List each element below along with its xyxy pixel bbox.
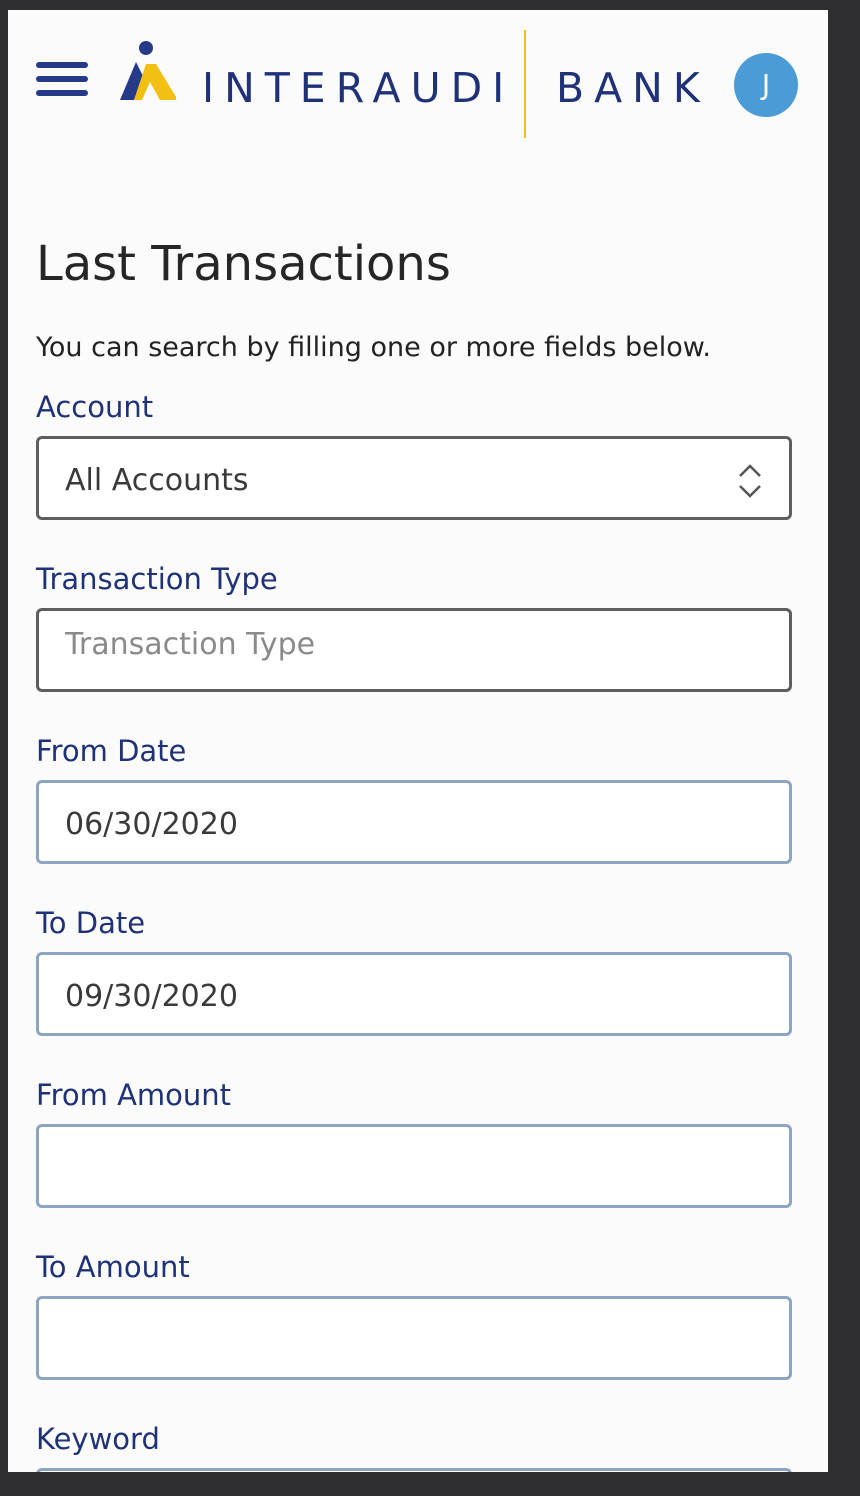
brand-name-interaudi: INTERAUDI xyxy=(202,64,515,112)
to-amount-field[interactable] xyxy=(36,1296,792,1380)
app-screen: INTERAUDI BANK J Last Transactions You c… xyxy=(8,10,828,1472)
page-title: Last Transactions xyxy=(36,236,451,292)
search-instructions: You can search by filling one or more fi… xyxy=(36,332,711,363)
from-date-label: From Date xyxy=(36,734,187,768)
transaction-type-label: Transaction Type xyxy=(36,562,278,596)
brand-divider xyxy=(524,30,526,138)
brand-name-bank: BANK xyxy=(556,64,710,112)
user-avatar[interactable]: J xyxy=(734,53,798,117)
from-amount-label: From Amount xyxy=(36,1078,232,1112)
up-down-chevron-icon xyxy=(739,464,761,498)
transaction-type-field[interactable]: Transaction Type xyxy=(36,608,792,692)
account-select[interactable]: All Accounts xyxy=(36,436,792,520)
to-date-label: To Date xyxy=(36,906,146,940)
keyword-field[interactable] xyxy=(36,1468,792,1472)
from-date-field[interactable]: 06/30/2020 xyxy=(36,780,792,864)
transaction-type-placeholder: Transaction Type xyxy=(65,627,316,662)
to-amount-label: To Amount xyxy=(36,1250,190,1284)
keyword-label: Keyword xyxy=(36,1422,160,1456)
to-date-value: 09/30/2020 xyxy=(65,979,238,1014)
app-header: INTERAUDI BANK J xyxy=(8,10,828,150)
hamburger-menu-icon[interactable] xyxy=(36,62,88,100)
account-select-value: All Accounts xyxy=(65,463,249,498)
to-date-field[interactable]: 09/30/2020 xyxy=(36,952,792,1036)
from-date-value: 06/30/2020 xyxy=(65,807,238,842)
from-amount-field[interactable] xyxy=(36,1124,792,1208)
account-label: Account xyxy=(36,390,154,424)
interaudi-logo-mark-icon xyxy=(120,41,176,100)
